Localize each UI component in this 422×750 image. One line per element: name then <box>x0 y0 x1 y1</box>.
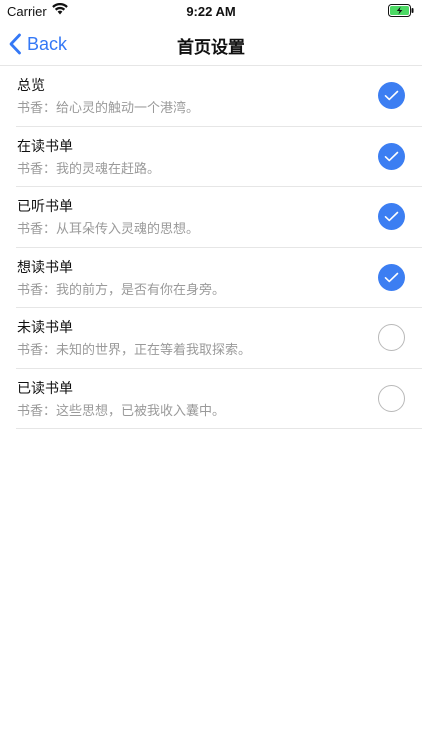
list-item-subtitle: 书香：我的前方，是否有你在身旁。 <box>17 282 226 298</box>
clock: 9:22 AM <box>186 4 236 19</box>
list-item-overview[interactable]: 总览 书香：给心灵的触动一个港湾。 <box>16 66 422 127</box>
list-item-title: 已听书单 <box>17 199 73 215</box>
settings-list: 总览 书香：给心灵的触动一个港湾。 在读书单 书香：我的灵魂在赶路。 已听书单 … <box>0 66 422 429</box>
list-item-title: 想读书单 <box>17 259 73 276</box>
list-item-title: 已读书单 <box>17 380 73 397</box>
page-title: 首页设置 <box>177 38 245 58</box>
list-item-listened[interactable]: 已听书单 书香：从耳朵传入灵魂的思想。 <box>16 187 422 248</box>
list-item-unread[interactable]: 未读书单 书香：未知的世界，正在等着我取探索。 <box>16 308 422 369</box>
checkmark-toggle[interactable] <box>378 263 405 291</box>
checkmark-toggle[interactable] <box>378 82 405 109</box>
list-item-title: 在读书单 <box>17 138 73 155</box>
list-item-want-to-read[interactable]: 想读书单 书香：我的前方，是否有你在身旁。 <box>16 248 422 308</box>
checkmark-icon <box>384 211 399 222</box>
list-item-subtitle: 书香：我的灵魂在赶路。 <box>17 161 161 177</box>
list-item-title: 总览 <box>17 78 45 94</box>
list-item-subtitle: 书香：未知的世界，正在等着我取探索。 <box>17 343 252 358</box>
list-item-title: 未读书单 <box>17 320 73 336</box>
checkmark-icon <box>384 272 399 282</box>
checkmark-icon <box>384 151 399 161</box>
checkmark-toggle[interactable] <box>378 203 405 230</box>
list-item-subtitle: 书香：从耳朵传入灵魂的思想。 <box>17 222 200 237</box>
navigation-bar: Back 首页设置 <box>0 22 422 66</box>
checkmark-toggle[interactable] <box>378 324 405 351</box>
checkmark-toggle[interactable] <box>378 142 405 170</box>
checkmark-toggle[interactable] <box>378 384 405 412</box>
list-item-read[interactable]: 已读书单 书香：这些思想，已被我收入囊中。 <box>16 369 422 429</box>
list-item-subtitle: 书香：给心灵的触动一个港湾。 <box>17 101 200 116</box>
status-bar: Carrier 9:22 AM <box>0 0 422 22</box>
list-item-subtitle: 书香：这些思想，已被我收入囊中。 <box>17 403 226 419</box>
checkmark-icon <box>384 90 399 101</box>
list-item-reading[interactable]: 在读书单 书香：我的灵魂在赶路。 <box>16 127 422 187</box>
battery-charging-icon <box>388 4 414 17</box>
